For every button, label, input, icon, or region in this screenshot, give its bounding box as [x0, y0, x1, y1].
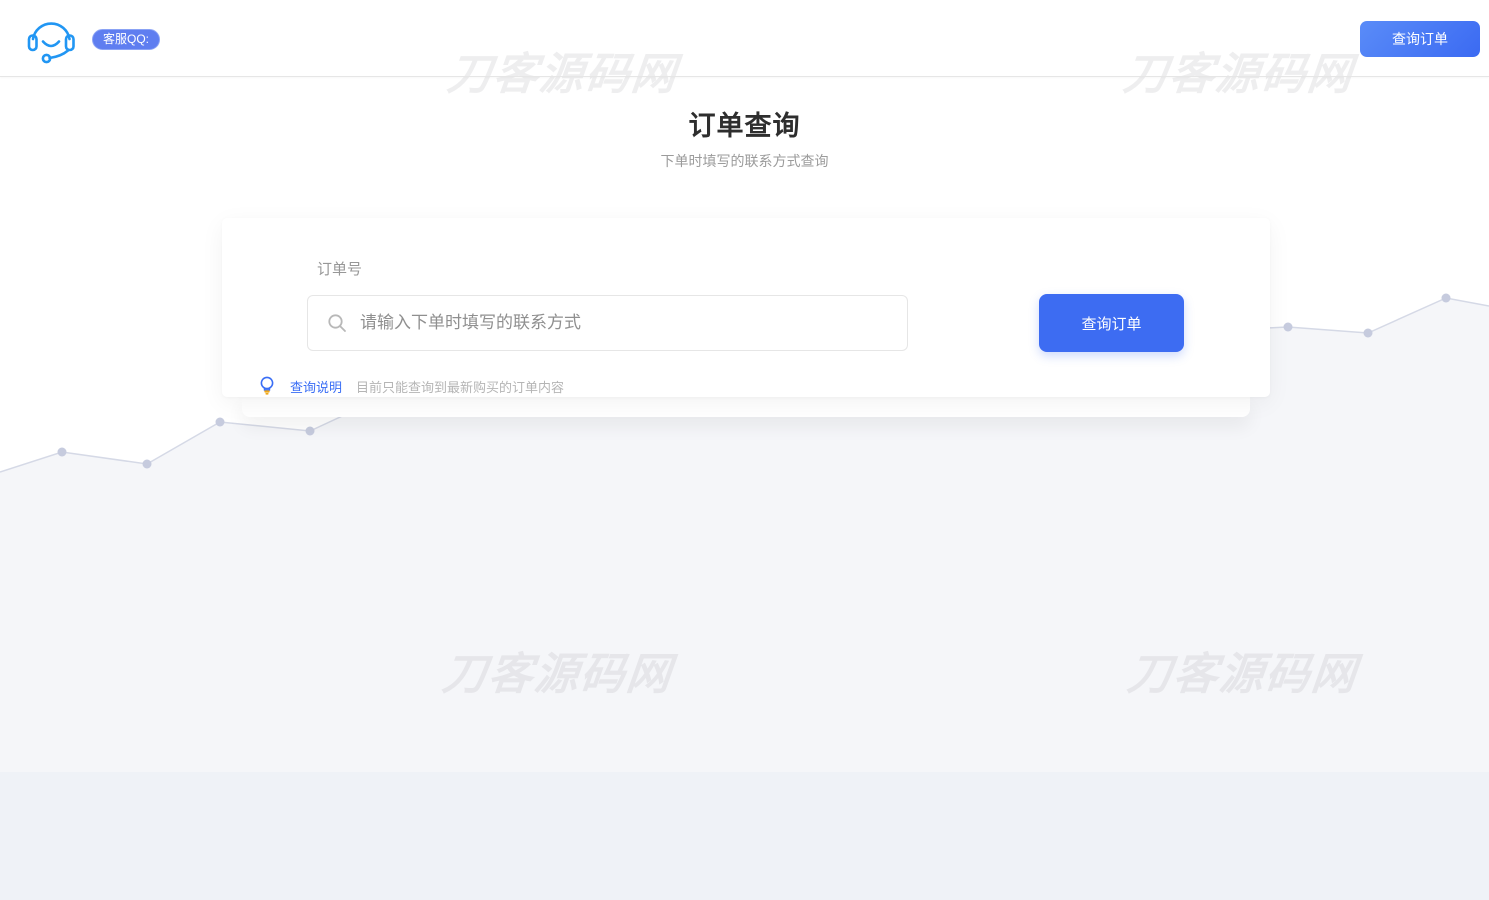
search-field-wrapper [307, 295, 908, 351]
watermark: 刀客源码网 [1125, 638, 1362, 702]
header: 客服QQ: 查询订单 [0, 0, 1489, 77]
query-tip-row: 查询说明 目前只能查询到最新购买的订单内容 [259, 376, 564, 396]
page-subtitle: 下单时填写的联系方式查询 [0, 151, 1489, 171]
query-tip-text: 目前只能查询到最新购买的订单内容 [356, 377, 564, 396]
card-stack-strip [242, 397, 1250, 417]
watermark: 刀客源码网 [440, 638, 677, 702]
page-title: 订单查询 [0, 104, 1489, 143]
order-number-label: 订单号 [317, 258, 362, 279]
service-qq-badge: 客服QQ: [92, 29, 160, 50]
card-query-order-button[interactable]: 查询订单 [1039, 294, 1184, 352]
headset-logo-icon[interactable] [24, 10, 78, 64]
order-query-card: 订单号 查询订单 查询说明 目前只能查询到最新购买的订单内容 [222, 218, 1270, 397]
header-query-order-button[interactable]: 查询订单 [1360, 21, 1480, 57]
contact-search-input[interactable] [307, 295, 908, 351]
lightbulb-icon [259, 376, 275, 396]
footer-band [0, 772, 1489, 900]
query-instructions-link[interactable]: 查询说明 [290, 377, 342, 396]
